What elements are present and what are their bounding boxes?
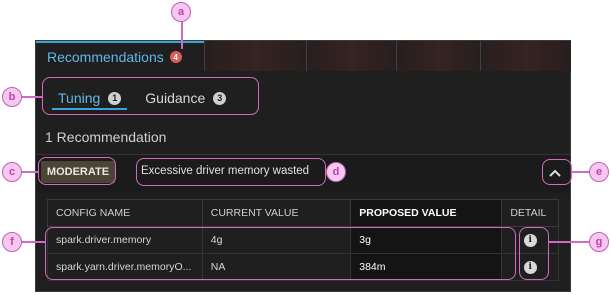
annotation-b-ring [42,77,259,115]
column-header-config-name: CONFIG NAME [47,199,203,227]
tab-obscured-3[interactable] [396,41,481,71]
annotation-c-leader [20,171,38,173]
annotation-b-leader [20,96,42,98]
column-header-proposed-value: PROPOSED VALUE [350,199,503,227]
tab-obscured-4[interactable] [480,41,571,71]
annotation-e-ring [542,159,572,185]
tab-recommendations-label: Recommendations [47,49,164,65]
annotation-a-leader [181,21,183,49]
annotation-g-leader [549,241,589,243]
annotation-a-marker: a [171,2,191,22]
annotation-d-marker: d [326,162,346,182]
annotation-e-leader [572,171,590,173]
annotation-g-marker: g [589,232,609,252]
recommendations-count-badge: 4 [169,51,182,63]
tab-bar: Recommendations 4 [36,41,571,71]
annotation-f-marker: f [2,232,22,252]
annotation-e-marker: e [589,162,609,182]
annotation-g-ring [519,227,549,280]
config-table-header-row: CONFIG NAME CURRENT VALUE PROPOSED VALUE… [47,199,559,227]
tab-obscured-1[interactable] [204,41,307,71]
column-header-detail: DETAIL [501,199,559,227]
column-header-current-value: CURRENT VALUE [201,199,352,227]
annotation-f-ring [45,227,516,280]
annotation-f-leader [20,241,45,243]
annotation-d-ring [136,158,326,186]
annotation-c-ring [38,157,116,185]
annotation-b-marker: b [2,87,22,107]
tab-recommendations[interactable]: Recommendations 4 [36,41,204,71]
annotation-c-marker: c [2,162,22,182]
tab-obscured-2[interactable] [306,41,397,71]
recommendation-count: 1 Recommendation [45,129,167,145]
